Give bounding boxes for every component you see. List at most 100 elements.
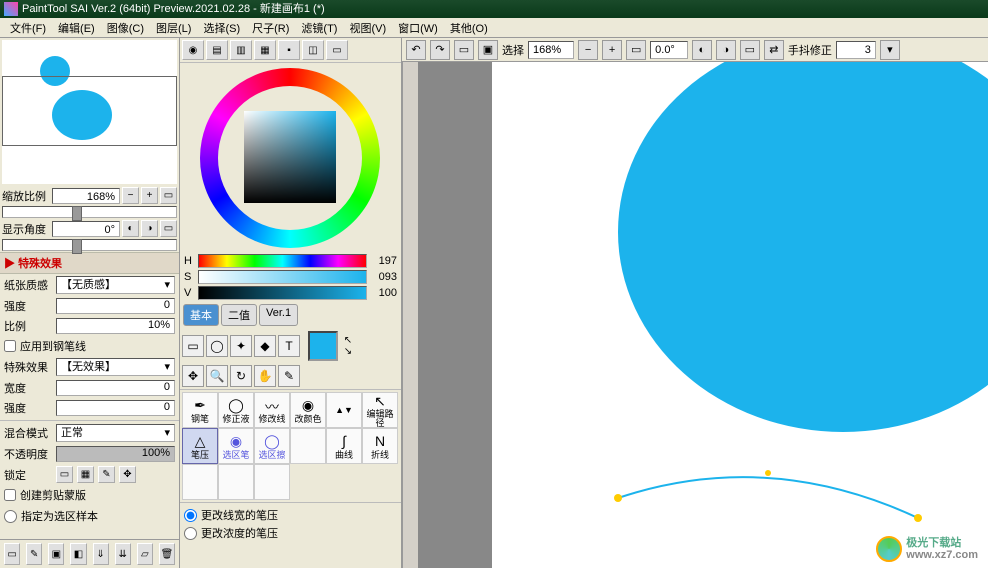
rect-select-tool[interactable]: ▭ <box>182 335 204 357</box>
brush-select-pen[interactable]: ◉选区笔 <box>218 428 254 464</box>
zoom-in-tb-button[interactable]: + <box>602 40 622 60</box>
brush-curve[interactable]: ∫曲线 <box>326 428 362 464</box>
deselect-button[interactable]: ▭ <box>454 40 474 60</box>
menu-window[interactable]: 窗口(W) <box>392 20 444 36</box>
brush-empty1[interactable] <box>290 428 326 464</box>
brush-polyline[interactable]: N折线 <box>362 428 398 464</box>
stabilizer-value[interactable]: 3 <box>836 41 876 59</box>
color-scratchpad-icon[interactable]: ◫ <box>302 40 324 60</box>
color-rgb-icon[interactable]: ▤ <box>206 40 228 60</box>
vertical-scrollbar[interactable] <box>402 62 418 568</box>
fg-color-swatch[interactable] <box>308 331 338 361</box>
invert-sel-button[interactable]: ▣ <box>478 40 498 60</box>
redo-button[interactable]: ↷ <box>430 40 450 60</box>
brush-empty4[interactable] <box>254 464 290 500</box>
zoom-in-button[interactable]: + <box>141 187 158 204</box>
color-swatches-icon[interactable]: ▪ <box>278 40 300 60</box>
zoom-slider[interactable] <box>2 206 177 218</box>
new-layer-button[interactable]: ▭ <box>4 543 20 565</box>
wand-tool[interactable]: ✦ <box>230 335 252 357</box>
rotate-ccw-button[interactable]: ◐ <box>122 220 139 237</box>
rotate-tool[interactable]: ↻ <box>230 365 252 387</box>
menu-ruler[interactable]: 尺子(R) <box>246 20 295 36</box>
strength-value[interactable]: 0 <box>56 298 175 314</box>
menu-select[interactable]: 选择(S) <box>197 20 246 36</box>
tab-binary[interactable]: 二值 <box>221 304 257 326</box>
brush-empty3[interactable] <box>218 464 254 500</box>
eyedropper-tool[interactable]: ✎ <box>278 365 300 387</box>
transfer-down-button[interactable]: ⇓ <box>93 543 109 565</box>
shape-tool[interactable]: ◆ <box>254 335 276 357</box>
move-tool[interactable]: ✥ <box>182 365 204 387</box>
rotate-cw-button[interactable]: ◑ <box>141 220 158 237</box>
tab-ver1[interactable]: Ver.1 <box>259 304 298 326</box>
strength2-value[interactable]: 0 <box>56 400 175 416</box>
brush-empty2[interactable] <box>182 464 218 500</box>
brush-pen[interactable]: ✒钢笔 <box>182 392 218 428</box>
tab-basic[interactable]: 基本 <box>183 304 219 326</box>
brush-recolor[interactable]: ◉改颜色 <box>290 392 326 428</box>
flip-h-button[interactable]: ⇄ <box>764 40 784 60</box>
new-pen-layer-button[interactable]: ✎ <box>26 543 42 565</box>
brush-editline[interactable]: 〰修改线 <box>254 392 290 428</box>
zoom-value[interactable]: 168% <box>52 188 120 204</box>
canvas[interactable]: 极光下载站www.xz7.com <box>402 62 988 568</box>
menu-file[interactable]: 文件(F) <box>4 20 52 36</box>
delete-layer-button[interactable]: 🗑 <box>159 543 175 565</box>
val-slider[interactable] <box>198 286 367 300</box>
width-value[interactable]: 0 <box>56 380 175 396</box>
lock-alpha-button[interactable]: ▦ <box>77 466 94 483</box>
text-tool[interactable]: T <box>278 335 300 357</box>
lock-pixel-button[interactable]: ✎ <box>98 466 115 483</box>
rot-cw-tb-button[interactable]: ◑ <box>716 40 736 60</box>
brush-scroll[interactable]: ▲▼ <box>326 392 362 428</box>
rot-ccw-tb-button[interactable]: ◐ <box>692 40 712 60</box>
apply-pen-checkbox[interactable] <box>4 340 16 352</box>
lasso-tool[interactable]: ◯ <box>206 335 228 357</box>
sat-slider[interactable] <box>198 270 367 284</box>
zoom-select[interactable]: 168% <box>528 41 574 59</box>
brush-pressure[interactable]: △笔压 <box>182 428 218 464</box>
hand-tool[interactable]: ✋ <box>254 365 276 387</box>
lock-move-button[interactable]: ✥ <box>119 466 136 483</box>
swap-colors-icon[interactable]: ↖↘ <box>340 331 356 361</box>
menu-other[interactable]: 其他(O) <box>444 20 494 36</box>
rot-reset-tb-button[interactable]: ▭ <box>740 40 760 60</box>
zoom-out-button[interactable]: − <box>122 187 139 204</box>
clear-layer-button[interactable]: ▱ <box>137 543 153 565</box>
hue-slider[interactable] <box>198 254 367 268</box>
color-gray-icon[interactable]: ▦ <box>254 40 276 60</box>
navigator[interactable] <box>2 40 177 184</box>
opacity-value[interactable]: 100% <box>56 446 175 462</box>
effect-select[interactable]: 【无效果】▾ <box>56 358 175 376</box>
menu-edit[interactable]: 编辑(E) <box>52 20 101 36</box>
color-wheel-icon[interactable]: ◉ <box>182 40 204 60</box>
menu-view[interactable]: 视图(V) <box>343 20 392 36</box>
angle-value[interactable]: 0° <box>52 221 120 237</box>
menu-filter[interactable]: 滤镜(T) <box>295 20 343 36</box>
merge-down-button[interactable]: ⇊ <box>115 543 131 565</box>
mask-button[interactable]: ◧ <box>70 543 86 565</box>
pressure-density-radio[interactable] <box>184 527 197 540</box>
color-history-icon[interactable]: ▭ <box>326 40 348 60</box>
color-hsv-icon[interactable]: ▥ <box>230 40 252 60</box>
stabilizer-menu-button[interactable]: ▾ <box>880 40 900 60</box>
menu-image[interactable]: 图像(C) <box>101 20 150 36</box>
rotate-reset-button[interactable]: ▭ <box>160 220 177 237</box>
zoom-tool[interactable]: 🔍 <box>206 365 228 387</box>
paper-texture-select[interactable]: 【无质感】▾ <box>56 276 175 294</box>
zoom-reset-button[interactable]: ▭ <box>160 187 177 204</box>
brush-correction[interactable]: ◯修正液 <box>218 392 254 428</box>
brush-editpath[interactable]: ↖编辑路径 <box>362 392 398 428</box>
angle-slider[interactable] <box>2 239 177 251</box>
lock-none-button[interactable]: ▭ <box>56 466 73 483</box>
new-folder-button[interactable]: ▣ <box>48 543 64 565</box>
menu-layer[interactable]: 图层(L) <box>150 20 197 36</box>
undo-button[interactable]: ↶ <box>406 40 426 60</box>
ratio-value[interactable]: 10% <box>56 318 175 334</box>
blend-mode-select[interactable]: 正常▾ <box>56 424 175 442</box>
zoom-fit-button[interactable]: ▭ <box>626 40 646 60</box>
brush-select-erase[interactable]: ◯选区擦 <box>254 428 290 464</box>
pressure-width-radio[interactable] <box>184 509 197 522</box>
clip-mask-checkbox[interactable] <box>4 489 16 501</box>
